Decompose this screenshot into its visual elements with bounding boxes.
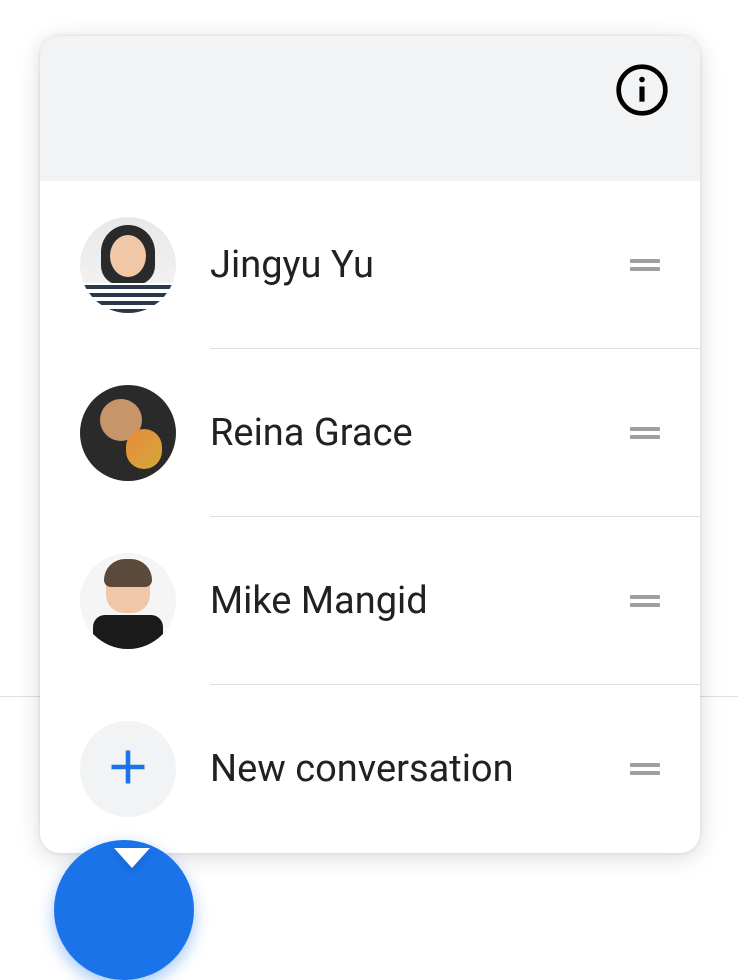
- popup-header: [40, 36, 700, 181]
- drag-handle-icon[interactable]: [630, 259, 660, 271]
- new-conversation-label: New conversation: [210, 747, 630, 791]
- popup-pointer: [114, 848, 150, 868]
- plus-avatar: [80, 721, 176, 817]
- avatar: [80, 217, 176, 313]
- drag-handle-icon[interactable]: [630, 427, 660, 439]
- contact-name: Reina Grace: [210, 411, 630, 455]
- contact-name: Mike Mangid: [210, 579, 630, 623]
- contact-name: Jingyu Yu: [210, 243, 630, 287]
- avatar: [80, 553, 176, 649]
- conversations-list: Jingyu Yu Reina Grace Mike Mangid: [40, 181, 700, 853]
- conversations-popup: Jingyu Yu Reina Grace Mike Mangid: [40, 36, 700, 853]
- drag-handle-icon[interactable]: [630, 595, 660, 607]
- conversation-item[interactable]: Mike Mangid: [40, 517, 700, 685]
- plus-icon: [106, 745, 150, 793]
- drag-handle-icon[interactable]: [630, 763, 660, 775]
- conversation-item[interactable]: Reina Grace: [40, 349, 700, 517]
- info-icon[interactable]: [614, 62, 670, 118]
- new-conversation-item[interactable]: New conversation: [40, 685, 700, 853]
- avatar: [80, 385, 176, 481]
- conversation-item[interactable]: Jingyu Yu: [40, 181, 700, 349]
